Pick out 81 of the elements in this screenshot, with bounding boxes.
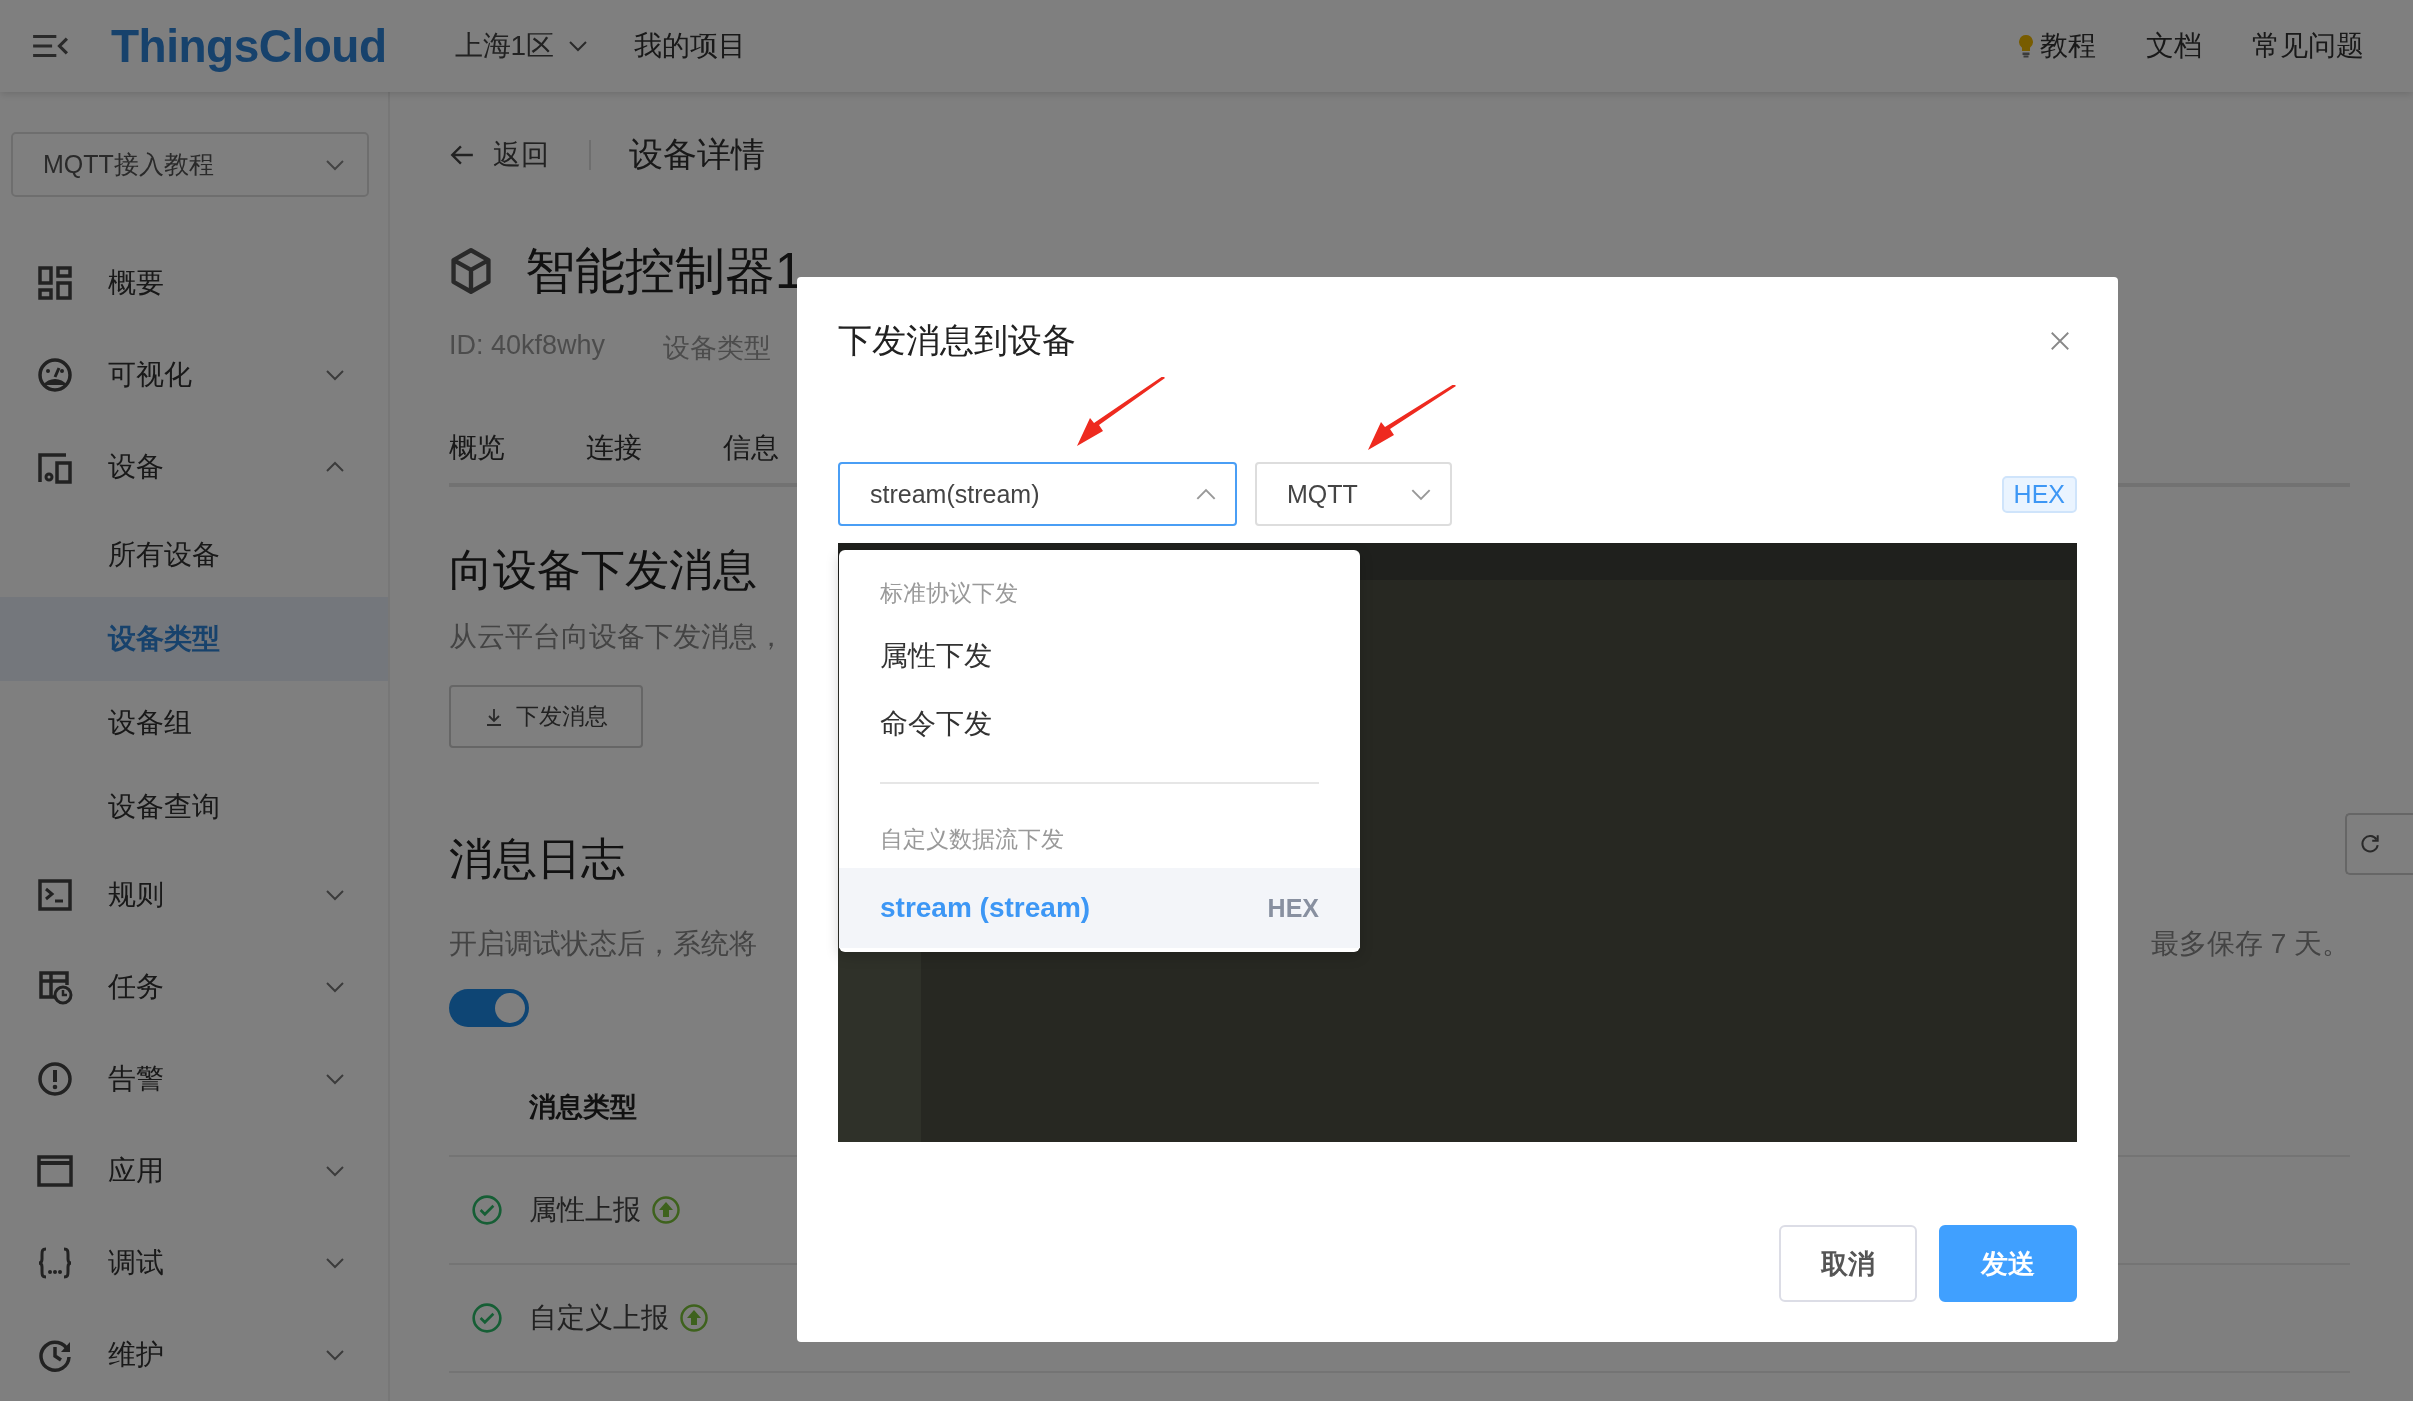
dropdown-option[interactable]: stream (stream) HEX [839,868,1360,948]
option-label: stream (stream) [880,892,1091,924]
sidebar-subitem[interactable]: 设备类型 [0,597,388,681]
lightbulb-icon [2018,34,2034,58]
dashboard-icon [37,265,73,301]
sidebar-item[interactable]: 调试 [0,1217,388,1309]
sidebar-item[interactable]: 应用 [0,1125,388,1217]
menu-icon[interactable] [31,33,69,59]
header-link[interactable]: 教程 [2040,27,2096,65]
download-icon [484,706,504,727]
option-group-label: 标准协议下发 [879,578,1019,608]
sidebar-item[interactable]: 告警 [0,1033,388,1125]
tab[interactable]: 信息 [723,429,779,467]
project-select[interactable]: MQTT接入教程 [11,132,369,197]
back-link[interactable]: 返回 [449,136,549,174]
chevron-down-icon [325,1165,345,1177]
my-projects-link[interactable]: 我的项目 [634,27,747,65]
chevron-down-icon [568,40,589,52]
cube-icon [449,247,493,295]
back-arrow-icon [449,144,475,166]
schedule-icon [37,969,73,1005]
section-description: 从云平台向设备下发消息， [449,620,786,654]
sidebar-subitem[interactable]: 所有设备 [0,513,388,597]
cancel-button[interactable]: 取消 [1779,1225,1917,1302]
sidebar-item[interactable]: 规则 [0,849,388,941]
chevron-down-icon [325,1073,345,1085]
refresh-icon [2359,833,2381,855]
header-link[interactable]: 文档 [2146,27,2202,65]
history-icon [37,1337,73,1373]
table-cell-text: 属性上报 [529,1193,641,1227]
terminal-icon [37,877,73,913]
column-header: 消息类型 [529,1091,637,1124]
table-cell-text: 自定义上报 [529,1301,669,1335]
close-icon[interactable] [2049,330,2071,352]
section-description: 开启调试状态后，系统将 [449,927,757,961]
section-description: 最多保存 7 天。 [2150,927,2350,961]
device-name: 智能控制器1 [525,241,803,301]
alert-icon [37,1061,73,1097]
sidebar-subitem[interactable]: 设备组 [0,681,388,765]
format-tag: HEX [2001,475,2077,513]
option-tag: HEX [1267,893,1319,923]
sidebar-item[interactable]: 概要 [0,237,388,329]
sidebar-item[interactable]: 任务 [0,941,388,1033]
gauge-icon [37,357,73,393]
debug-toggle[interactable] [449,989,529,1027]
refresh-button[interactable] [2345,813,2413,875]
transport-select[interactable]: MQTT [1255,462,1452,526]
dropdown-option[interactable]: 属性下发 [839,622,1360,690]
chevron-up-icon [325,461,345,473]
check-circle-icon [471,1194,503,1226]
sidebar-item[interactable]: 设备 [0,421,388,513]
section-title: 向设备下发消息 [449,544,757,596]
sidebar-item[interactable]: 维护 [0,1309,388,1401]
tab[interactable]: 概览 [449,429,505,467]
chevron-down-icon [325,369,345,381]
page-title: 设备详情 [629,134,765,175]
tab[interactable]: 连接 [586,429,642,467]
chevron-down-icon [325,981,345,993]
option-group-label: 自定义数据流下发 [879,824,1065,854]
chevron-down-icon [325,1257,345,1269]
chevron-down-icon [325,158,345,171]
protocol-select[interactable]: stream(stream) [838,462,1237,526]
header-link[interactable]: 常见问题 [2252,27,2364,65]
dialog-title: 下发消息到设备 [838,320,1076,361]
chevron-up-icon [1195,487,1217,501]
send-button[interactable]: 发送 [1939,1225,2077,1302]
window-icon [37,1153,73,1189]
section-title: 消息日志 [449,833,625,885]
chevron-down-icon [1410,487,1432,501]
brand-logo[interactable]: ThingsCloud [111,19,387,73]
option-label: 命令下发 [880,707,992,741]
check-circle-icon [471,1302,503,1334]
braces-icon [37,1245,73,1281]
chevron-down-icon [325,1349,345,1361]
dropdown-option[interactable]: 命令下发 [839,690,1360,758]
region-dropdown[interactable]: 上海1区 [454,27,589,65]
option-label: 属性下发 [880,639,992,673]
sidebar-item[interactable]: 可视化 [0,329,388,421]
sidebar-subitem[interactable]: 设备查询 [0,765,388,849]
send-message-button[interactable]: 下发消息 [449,685,643,748]
chevron-down-icon [325,889,345,901]
